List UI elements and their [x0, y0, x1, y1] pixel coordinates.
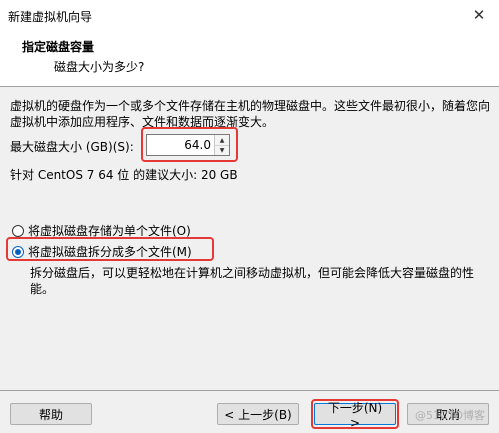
- disk-size-input[interactable]: [149, 135, 213, 155]
- triangle-down-icon: ▼: [219, 146, 225, 154]
- split-description: 拆分磁盘后，可以更轻松地在计算机之间移动虚拟机，但可能会降低大容量磁盘的性能。: [30, 266, 475, 296]
- page-title: 指定磁盘容量: [22, 40, 95, 54]
- radio-split-files-label: 将虚拟磁盘拆分成多个文件(M): [28, 245, 192, 259]
- cancel-button[interactable]: 取消: [407, 403, 489, 425]
- close-icon: ✕: [472, 6, 486, 24]
- page-subtitle: 磁盘大小为多少?: [54, 60, 145, 74]
- wizard-header: 指定磁盘容量 磁盘大小为多少?: [0, 30, 499, 87]
- next-button[interactable]: 下一步(N) >: [314, 401, 396, 430]
- footer-divider: [0, 390, 499, 391]
- recommended-size: 针对 CentOS 7 64 位 的建议大小: 20 GB: [10, 168, 238, 182]
- stepper-buttons: ▲ ▼: [214, 135, 229, 155]
- close-button[interactable]: ✕: [459, 0, 499, 30]
- back-button[interactable]: < 上一步(B): [217, 403, 299, 425]
- disk-size-stepper[interactable]: ▲ ▼: [146, 134, 230, 156]
- radio-split-files-indicator[interactable]: [12, 245, 24, 258]
- radio-single-file-label: 将虚拟磁盘存储为单个文件(O): [28, 224, 191, 238]
- disk-description: 虚拟机的硬盘作为一个或多个文件存储在主机的物理磁盘中。这些文件最初很小，随着您向…: [10, 99, 491, 129]
- title-bar: 新建虚拟机向导 ✕: [0, 0, 499, 30]
- stepper-down-button[interactable]: ▼: [215, 145, 229, 155]
- help-button[interactable]: 帮助: [10, 403, 92, 425]
- radio-single-file-indicator[interactable]: [12, 224, 24, 237]
- disk-size-label: 最大磁盘大小 (GB)(S):: [10, 140, 134, 154]
- window-title: 新建虚拟机向导: [8, 10, 93, 24]
- radio-split-files[interactable]: 将虚拟磁盘拆分成多个文件(M): [12, 243, 192, 260]
- triangle-up-icon: ▲: [219, 136, 225, 144]
- radio-single-file[interactable]: 将虚拟磁盘存储为单个文件(O): [12, 222, 191, 239]
